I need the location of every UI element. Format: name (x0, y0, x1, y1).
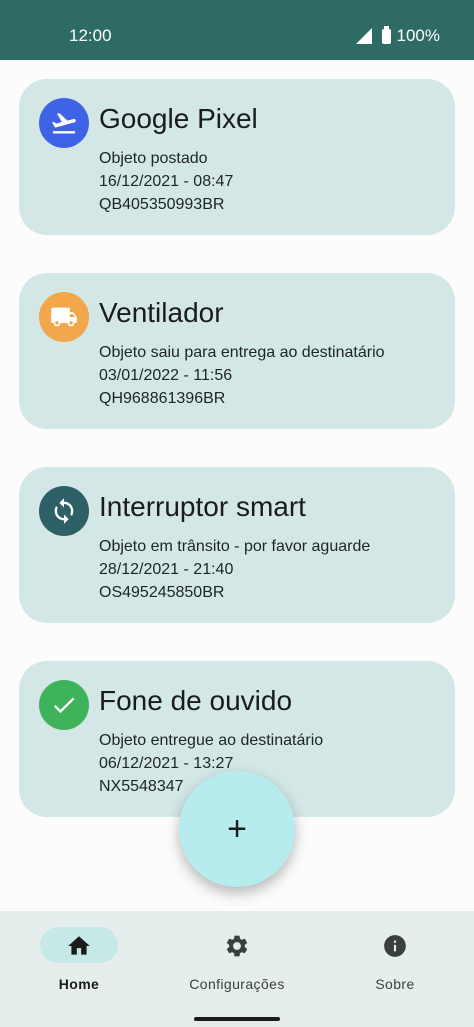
info-icon (384, 935, 406, 957)
nav-label: Configurações (189, 976, 285, 992)
plus-icon: + (227, 809, 247, 848)
nav-item-home[interactable]: Home (0, 911, 158, 1007)
package-card[interactable]: Ventilador Objeto saiu para entrega ao d… (19, 273, 455, 429)
card-datetime: 16/12/2021 - 08:47 (99, 173, 234, 190)
card-tracking-code: QH968861396BR (99, 390, 226, 407)
package-card[interactable]: Google Pixel Objeto postado 16/12/2021 -… (19, 79, 455, 235)
battery-level: 100% (396, 26, 440, 45)
card-tracking-code: QB405350993BR (99, 196, 225, 213)
home-gesture-indicator[interactable] (194, 1017, 280, 1021)
card-status: Objeto entregue ao destinatário (99, 732, 324, 749)
signal-icon (355, 28, 372, 44)
card-tracking-code: NX5548347 (99, 778, 184, 795)
home-icon (68, 936, 90, 955)
card-status: Objeto saiu para entrega ao destinatário (99, 344, 385, 361)
card-datetime: 06/12/2021 - 13:27 (99, 755, 234, 772)
card-datetime: 03/01/2022 - 11:56 (99, 367, 233, 384)
card-datetime: 28/12/2021 - 21:40 (99, 561, 234, 578)
nav-label: Sobre (375, 976, 415, 992)
package-card[interactable]: Interruptor smart Objeto em trânsito - p… (19, 467, 455, 623)
battery-icon (381, 25, 391, 44)
nav-item-settings[interactable]: Configurações (158, 911, 316, 1007)
add-package-button[interactable]: + (179, 771, 295, 887)
card-title: Fone de ouvido (99, 685, 293, 716)
card-status: Objeto postado (99, 150, 208, 167)
status-time: 12:00 (69, 26, 112, 45)
sync-icon (39, 486, 89, 536)
card-tracking-code: OS495245850BR (99, 584, 225, 601)
gear-icon (226, 935, 248, 957)
status-bar: 12:00 100% (0, 0, 474, 60)
airplane-takeoff-icon (39, 98, 89, 148)
check-icon (39, 680, 89, 730)
status-indicators: 100% (355, 25, 440, 46)
truck-icon (39, 292, 89, 342)
card-title: Interruptor smart (99, 491, 306, 522)
card-title: Ventilador (99, 297, 224, 328)
nav-label: Home (58, 976, 100, 992)
nav-item-about[interactable]: Sobre (316, 911, 474, 1007)
card-title: Google Pixel (99, 103, 258, 134)
bottom-navigation: Home Configurações Sobre (0, 911, 474, 1007)
card-status: Objeto em trânsito - por favor aguarde (99, 538, 371, 555)
